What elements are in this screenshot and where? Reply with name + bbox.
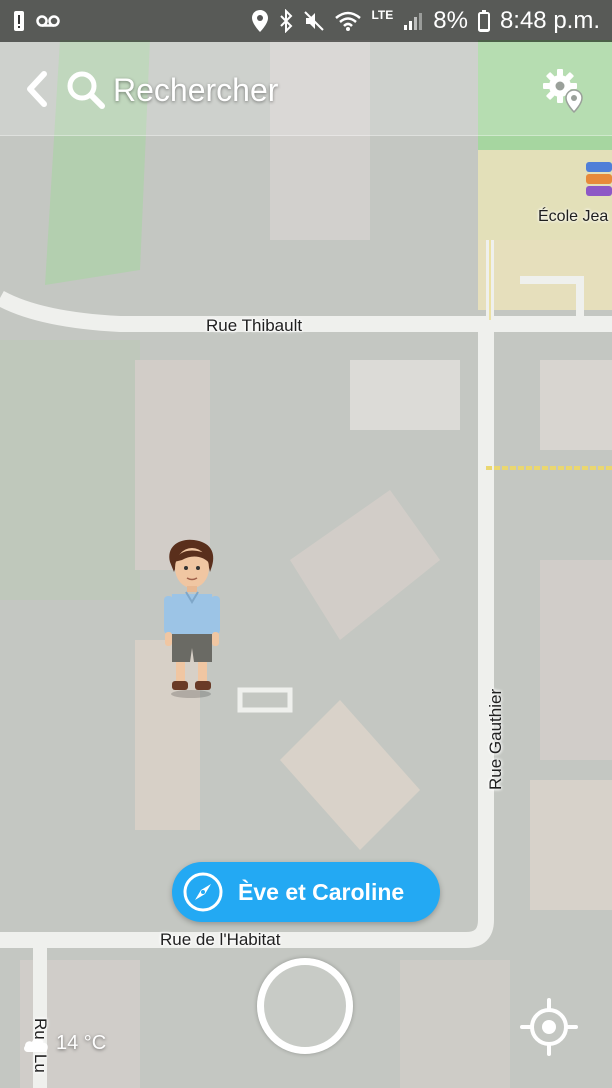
location-pin-icon bbox=[252, 10, 269, 32]
chevron-left-icon[interactable] bbox=[22, 70, 52, 108]
battery-icon bbox=[477, 10, 490, 32]
clock: 8:48 p.m. bbox=[499, 7, 600, 34]
friend-location-label: Ève et Caroline bbox=[238, 878, 405, 905]
user-bitmoji-avatar[interactable] bbox=[158, 538, 222, 700]
compass-icon bbox=[183, 872, 223, 912]
mute-icon bbox=[304, 11, 325, 31]
map-canvas[interactable] bbox=[0, 0, 612, 1088]
weather-widget[interactable]: 14 °C bbox=[22, 1032, 106, 1055]
capture-ring-icon[interactable] bbox=[257, 958, 353, 1054]
poi-label-school: École Jea bbox=[538, 208, 609, 225]
search-icon[interactable] bbox=[66, 70, 106, 110]
friend-location-button[interactable]: Ève et Caroline bbox=[172, 862, 440, 922]
gear-location-icon[interactable] bbox=[540, 66, 588, 114]
status-bar: LTE 8% 8:48 p.m. bbox=[0, 0, 612, 42]
crosshair-icon[interactable] bbox=[520, 998, 578, 1056]
search-bar[interactable]: Rechercher bbox=[113, 70, 278, 110]
voicemail-icon bbox=[36, 15, 60, 27]
search-header: Rechercher bbox=[0, 42, 612, 136]
cloud-icon bbox=[24, 1037, 48, 1052]
wifi-icon bbox=[335, 11, 362, 31]
signal-icon bbox=[404, 13, 423, 30]
street-label-thibault: Rue Thibault bbox=[206, 316, 303, 335]
weather-temperature: 14 °C bbox=[56, 1032, 107, 1054]
school-poi-icon[interactable] bbox=[584, 160, 612, 200]
lte-indicator: LTE bbox=[371, 8, 394, 22]
snap-map-screen: Rue Thibault Rue Gauthier Rue de l'Habit… bbox=[0, 0, 612, 1088]
street-label-gauthier: Rue Gauthier bbox=[486, 688, 505, 790]
bluetooth-icon bbox=[280, 9, 293, 33]
street-label-habitat: Rue de l'Habitat bbox=[160, 930, 281, 949]
battery-percent: 8% bbox=[433, 7, 468, 34]
alert-icon bbox=[14, 11, 24, 31]
